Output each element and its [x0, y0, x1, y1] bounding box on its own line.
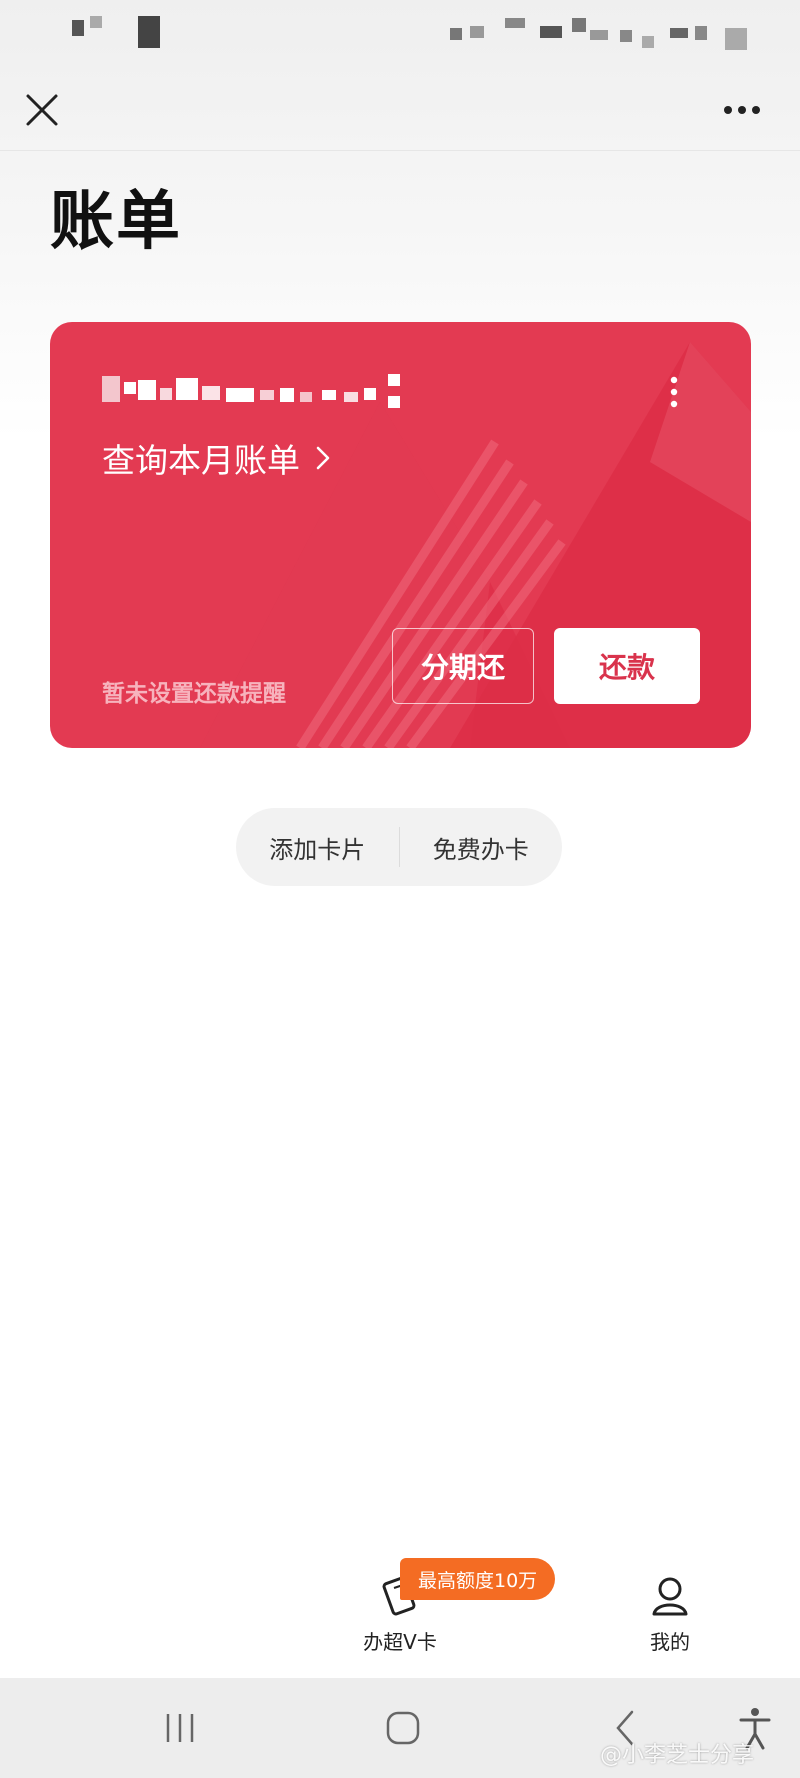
more-vertical-icon	[670, 376, 678, 408]
close-button[interactable]	[20, 88, 64, 132]
tab-mine[interactable]: 我的	[620, 1574, 720, 1655]
user-icon	[652, 1577, 688, 1616]
nav-divider	[0, 150, 800, 151]
card-name-obscured	[102, 374, 400, 408]
add-card-button[interactable]: 添加卡片	[236, 830, 399, 865]
page-title: 账单	[50, 185, 182, 259]
repayment-reminder-text[interactable]: 暂未设置还款提醒	[102, 674, 286, 708]
tab-mine-label: 我的	[650, 1630, 690, 1654]
recent-apps-icon	[166, 1714, 194, 1742]
free-apply-card-button[interactable]: 免费办卡	[400, 830, 563, 865]
card-more-button[interactable]	[662, 372, 686, 412]
tab-apply-card-label: 办超V卡	[363, 1630, 437, 1654]
installment-repay-button[interactable]: 分期还	[392, 628, 534, 704]
more-options-button[interactable]	[718, 88, 766, 132]
bill-card[interactable]: 查询本月账单 暂未设置还款提醒 分期还 还款	[50, 322, 751, 748]
top-nav-bar	[0, 70, 800, 150]
query-monthly-bill-label: 查询本月账单	[102, 441, 300, 480]
promo-badge[interactable]: 最高额度10万	[400, 1558, 556, 1600]
query-monthly-bill-link[interactable]: 查询本月账单	[102, 434, 332, 482]
more-horizontal-icon	[724, 106, 760, 114]
watermark-text: @小李芝士分享	[600, 1743, 755, 1768]
status-bar	[0, 0, 800, 70]
chevron-right-icon	[316, 446, 330, 470]
repay-button[interactable]: 还款	[554, 628, 700, 704]
home-button[interactable]	[383, 1708, 423, 1748]
home-icon	[386, 1711, 420, 1745]
close-icon	[26, 94, 58, 126]
recent-apps-button[interactable]	[160, 1710, 200, 1746]
card-actions-pill: 添加卡片 免费办卡	[236, 808, 562, 886]
